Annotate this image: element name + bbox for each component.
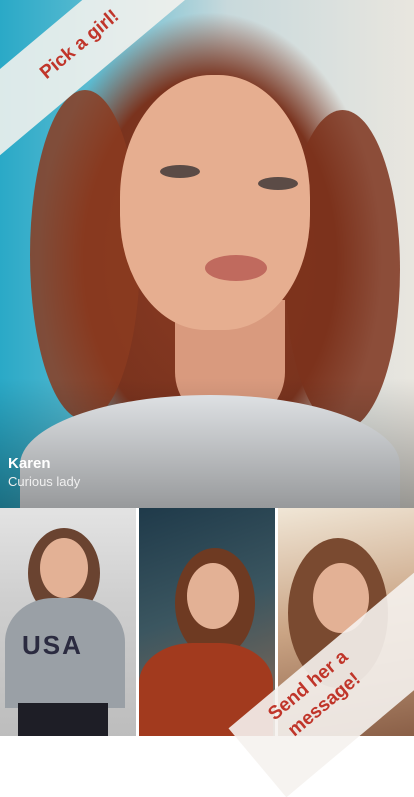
lips	[205, 255, 267, 281]
thumbnail-2[interactable]	[139, 508, 275, 736]
profile-tagline: Curious lady	[8, 474, 81, 489]
head	[40, 538, 88, 598]
right-eye	[258, 177, 298, 190]
hair-left	[30, 90, 140, 420]
profile-name: Karen	[8, 455, 51, 472]
shirt-text: USA	[22, 630, 83, 660]
thumbnail-1[interactable]: USA	[0, 508, 136, 736]
left-eye	[160, 165, 200, 178]
face	[120, 75, 310, 330]
pants	[18, 703, 108, 736]
head	[187, 563, 239, 629]
